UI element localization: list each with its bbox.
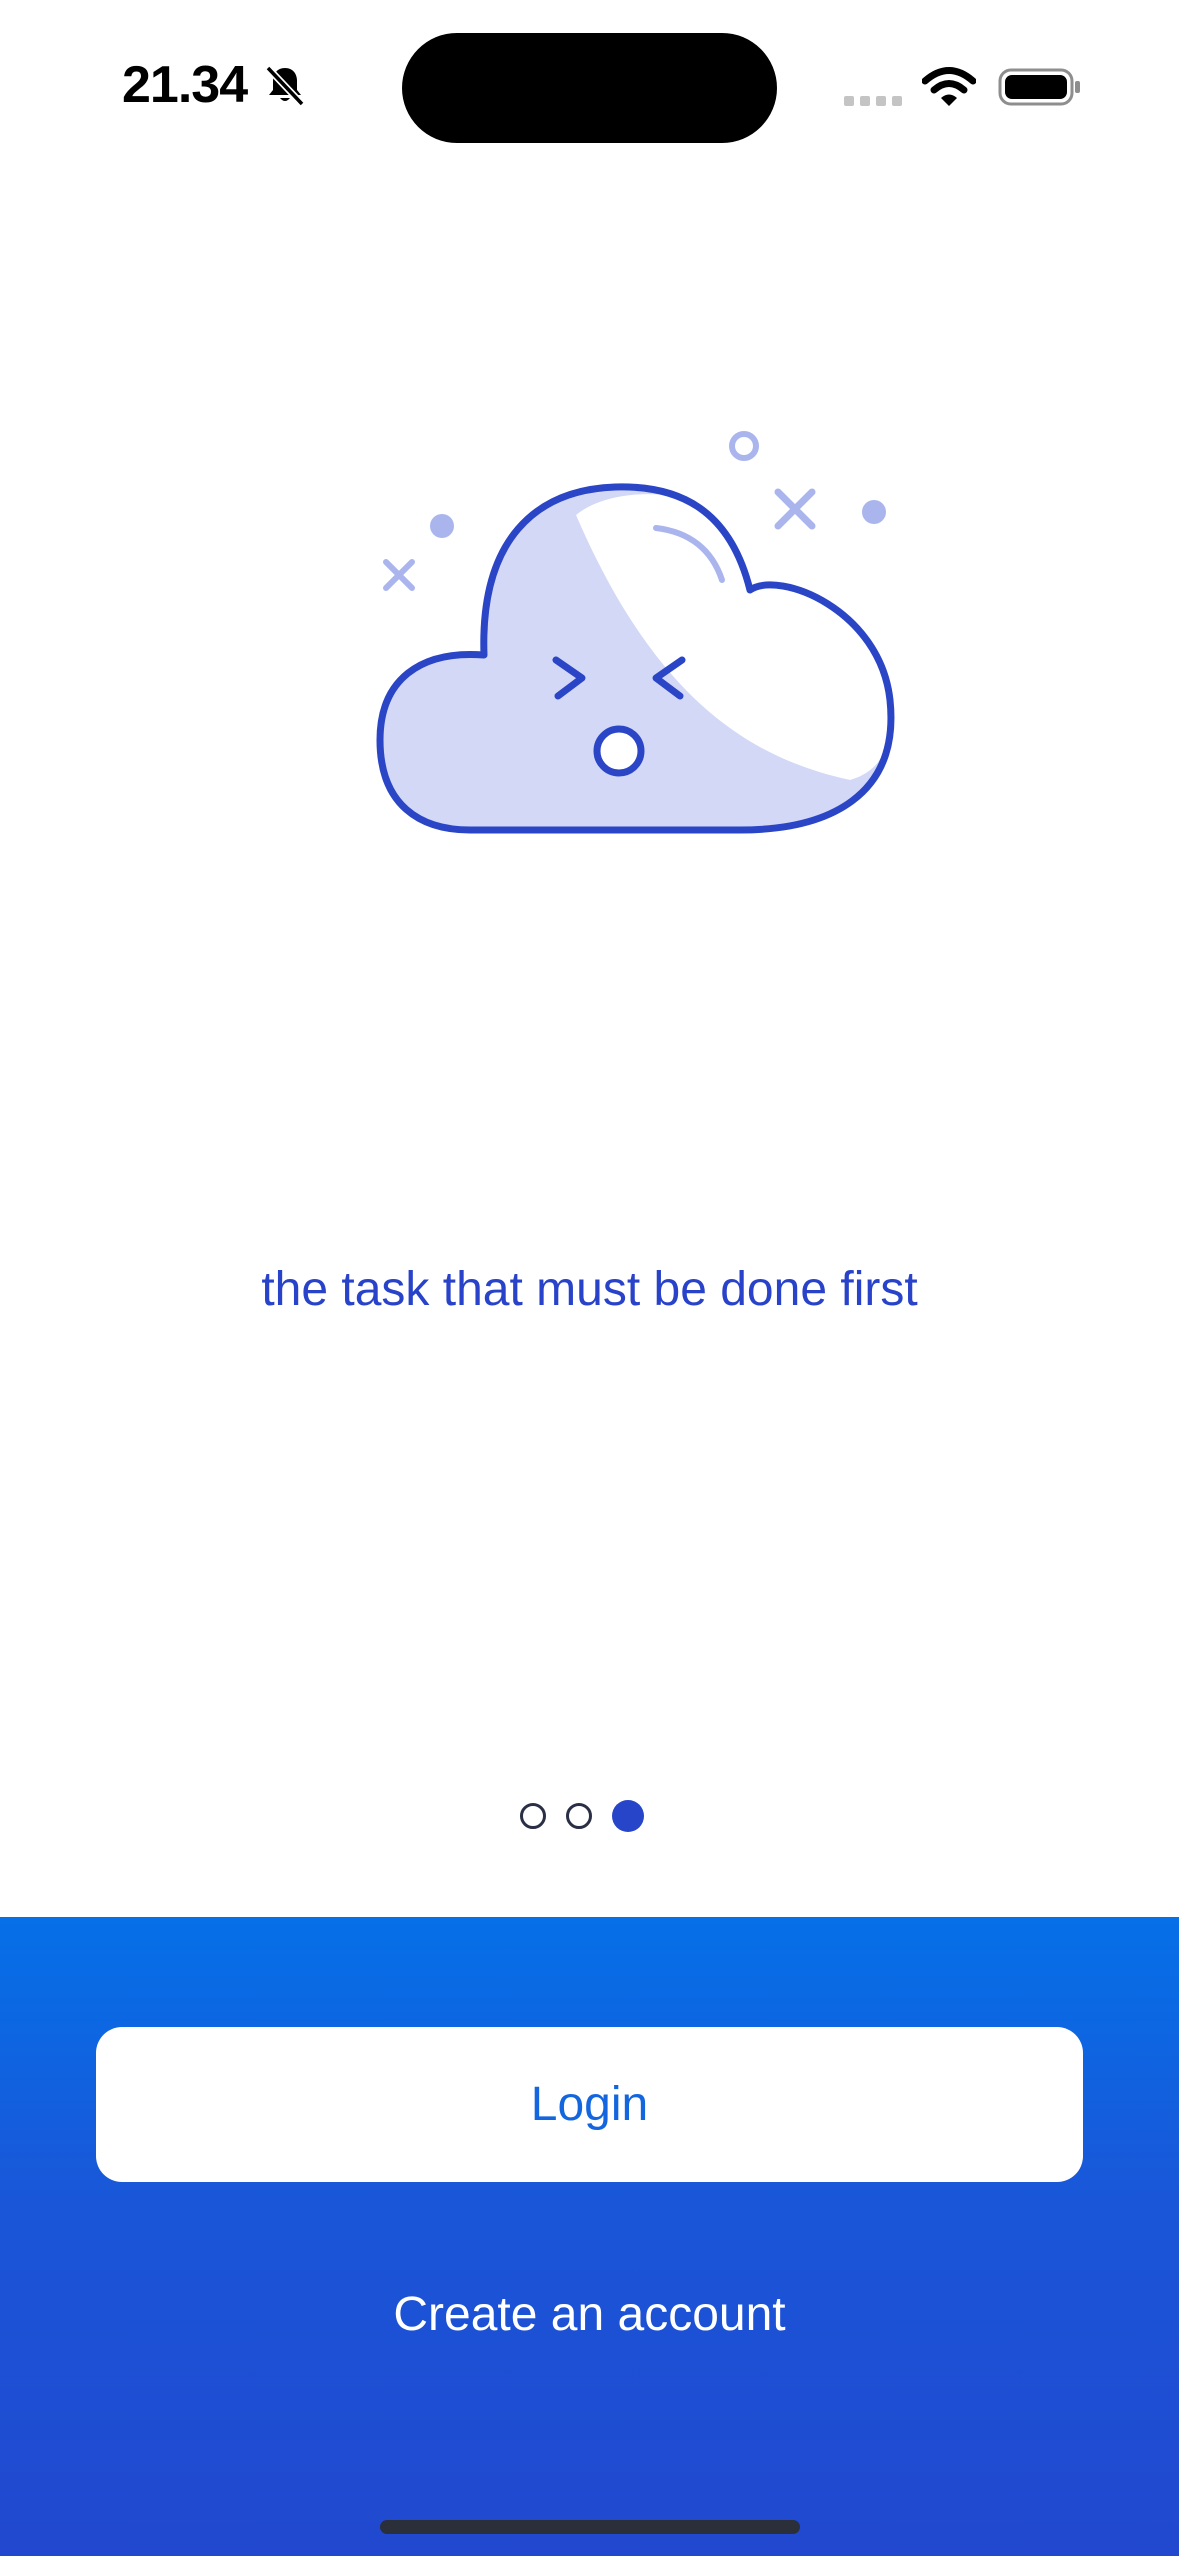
status-bar: 21.34 [0, 0, 1179, 170]
page-indicator [520, 1800, 644, 1832]
home-indicator[interactable] [380, 2520, 800, 2534]
dynamic-island [402, 33, 777, 143]
bell-slash-icon [265, 65, 305, 107]
sad-cloud-icon [376, 431, 895, 834]
login-button[interactable]: Login [96, 2027, 1083, 2182]
battery-icon [998, 68, 1080, 106]
auth-panel: Login Create an account [0, 1917, 1179, 2556]
page-dot-1[interactable] [520, 1803, 546, 1829]
page-dot-2[interactable] [566, 1803, 592, 1829]
cellular-signal-icon [844, 96, 902, 106]
create-account-link[interactable]: Create an account [0, 2287, 1179, 2342]
small-circle-icon [729, 431, 759, 461]
cross-icon [774, 488, 816, 530]
dot-icon [862, 500, 886, 524]
onboarding-caption: the task that must be done first [261, 1263, 918, 1316]
page-dot-3-active[interactable] [612, 1800, 644, 1832]
dot-icon [430, 514, 454, 538]
status-time: 21.34 [122, 56, 248, 114]
cross-icon [383, 559, 415, 591]
wifi-icon [922, 67, 976, 106]
